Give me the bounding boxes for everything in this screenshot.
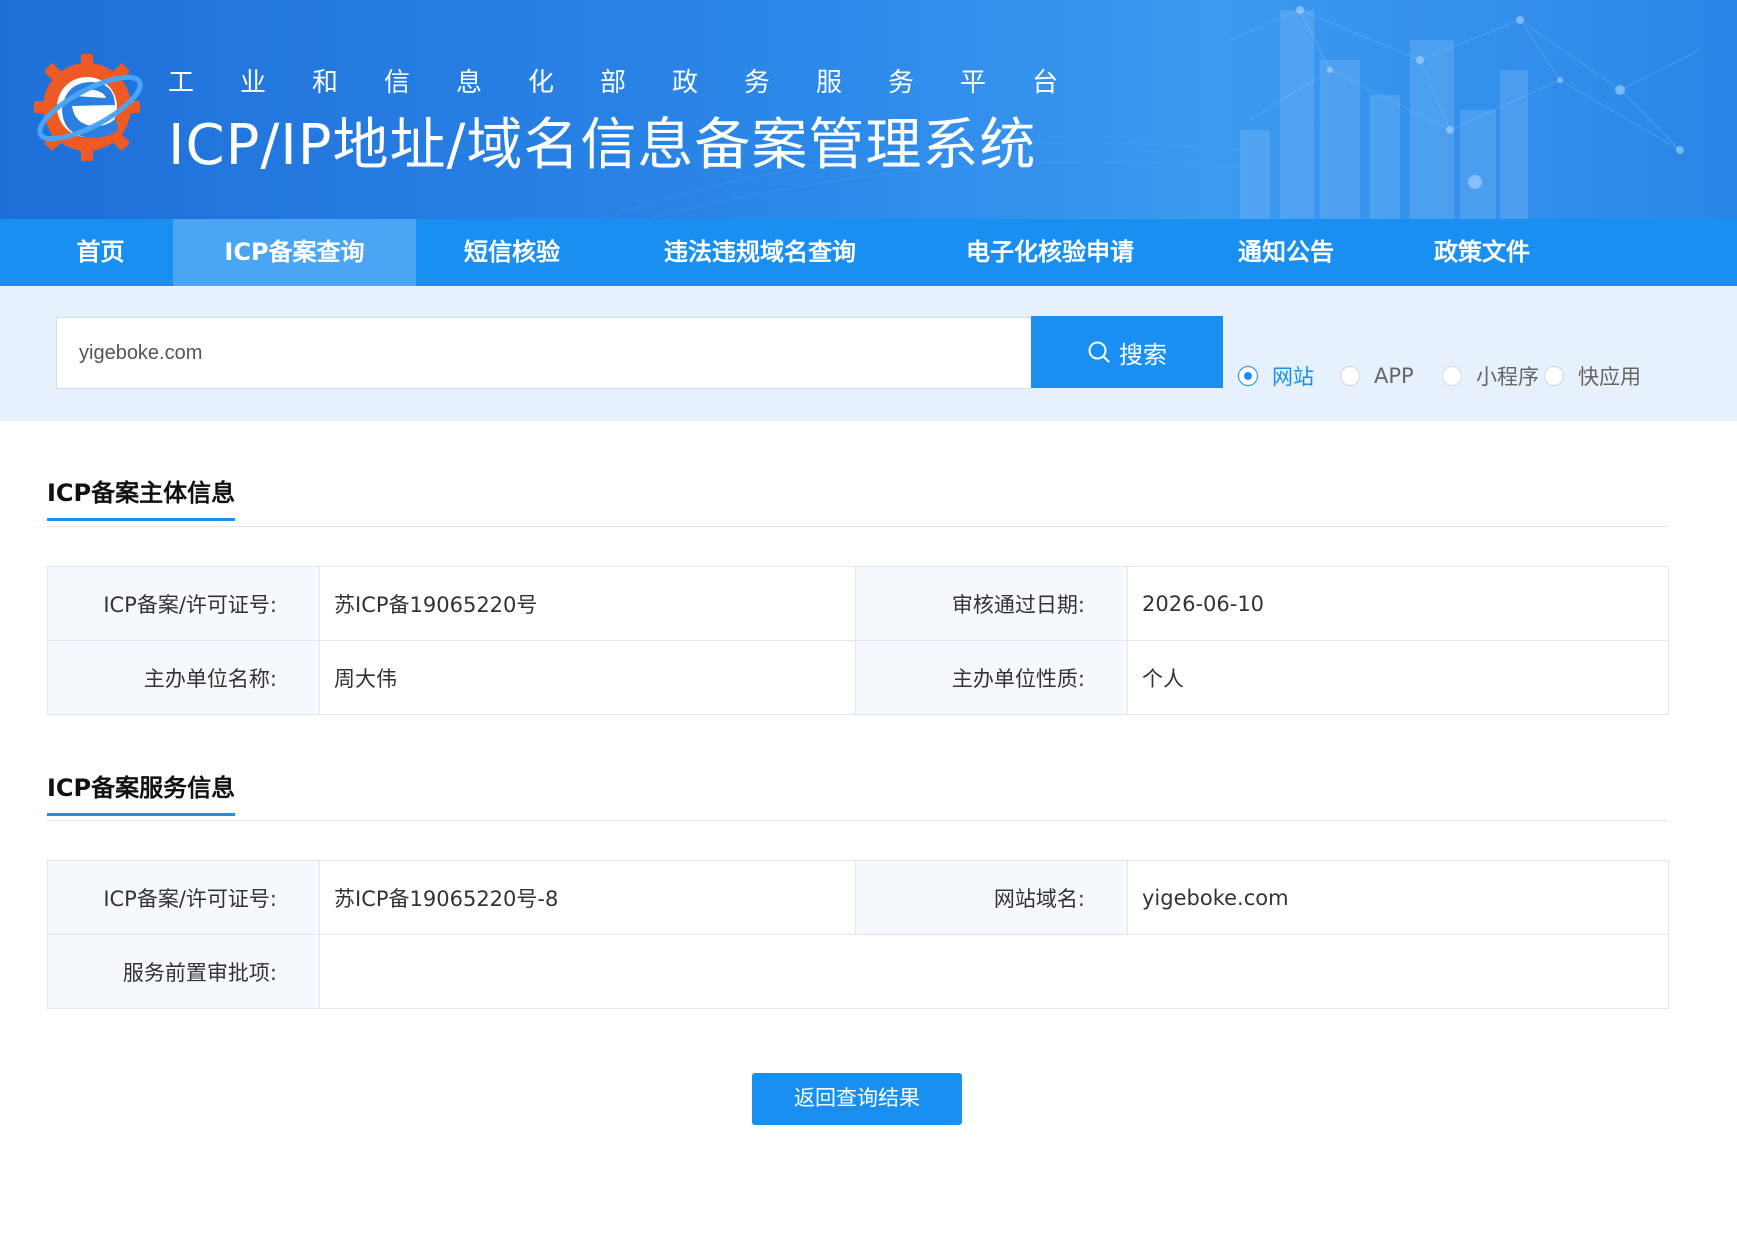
main-nav: 首页 ICP备案查询 短信核验 违法违规域名查询 电子化核验申请 通知公告 政策… — [0, 219, 1737, 286]
nav-item-electronic-verify[interactable]: 电子化核验申请 — [944, 219, 1156, 286]
subject-info-title: ICP备案主体信息 — [47, 473, 236, 521]
system-title: ICP/IP地址/域名信息备案管理系统 — [168, 113, 1037, 178]
section-divider — [47, 820, 1668, 821]
radio-unchecked-icon — [1340, 366, 1360, 386]
back-to-results-button[interactable]: 返回查询结果 — [752, 1073, 962, 1125]
license-label: ICP备案/许可证号: — [47, 566, 320, 641]
pre-approval-label: 服务前置审批项: — [47, 934, 320, 1009]
domain-label: 网站域名: — [855, 860, 1128, 935]
table-row: ICP备案/许可证号: 苏ICP备19065220号-8 网站域名: yigeb… — [47, 860, 1669, 935]
search-button-label: 搜索 — [1119, 341, 1167, 369]
domain-value: yigeboke.com — [1127, 860, 1669, 935]
nav-item-icp-query[interactable]: ICP备案查询 — [173, 219, 416, 286]
nav-item-policy-docs[interactable]: 政策文件 — [1414, 219, 1550, 286]
search-button[interactable]: 搜索 — [1031, 316, 1223, 388]
table-row: 主办单位名称: 周大伟 主办单位性质: 个人 — [47, 640, 1669, 715]
radio-mini-program[interactable]: 小程序 — [1442, 361, 1539, 391]
header-banner: 工业和信息化部政务服务平台 ICP/IP地址/域名信息备案管理系统 — [0, 0, 1737, 219]
radio-website[interactable]: 网站 — [1238, 361, 1314, 391]
radio-app[interactable]: APP — [1340, 361, 1414, 391]
service-license-label: ICP备案/许可证号: — [47, 860, 320, 935]
radio-website-label: 网站 — [1272, 365, 1314, 389]
nav-item-sms-verify[interactable]: 短信核验 — [436, 219, 588, 286]
service-license-value: 苏ICP备19065220号-8 — [319, 860, 856, 935]
radio-checked-icon — [1238, 366, 1258, 386]
subject-info-table: ICP备案/许可证号: 苏ICP备19065220号 审核通过日期: 2026-… — [47, 566, 1669, 715]
service-info-table: ICP备案/许可证号: 苏ICP备19065220号-8 网站域名: yigeb… — [47, 860, 1669, 1009]
section-divider — [47, 526, 1668, 527]
platform-subtitle: 工业和信息化部政务服务平台 — [168, 68, 1105, 98]
org-type-label: 主办单位性质: — [855, 640, 1128, 715]
miit-logo-icon — [34, 54, 143, 161]
nav-item-home[interactable]: 首页 — [38, 219, 163, 286]
table-row: 服务前置审批项: — [47, 934, 1669, 1009]
approval-date-value: 2026-06-10 — [1127, 566, 1669, 641]
search-input[interactable]: yigeboke.com — [56, 317, 1032, 389]
org-type-value: 个人 — [1127, 640, 1669, 715]
radio-unchecked-icon — [1544, 366, 1564, 386]
license-value: 苏ICP备19065220号 — [319, 566, 856, 641]
search-icon — [1088, 341, 1110, 363]
search-band: yigeboke.com 搜索 网站 APP 小程序 快应用 — [0, 286, 1737, 421]
pre-approval-value — [319, 934, 1669, 1009]
table-row: ICP备案/许可证号: 苏ICP备19065220号 审核通过日期: 2026-… — [47, 566, 1669, 641]
radio-quick-app[interactable]: 快应用 — [1544, 361, 1641, 391]
approval-date-label: 审核通过日期: — [855, 566, 1128, 641]
org-name-label: 主办单位名称: — [47, 640, 320, 715]
radio-app-label: APP — [1374, 364, 1414, 388]
radio-unchecked-icon — [1442, 366, 1462, 386]
service-info-title: ICP备案服务信息 — [47, 768, 236, 816]
nav-item-notices[interactable]: 通知公告 — [1218, 219, 1354, 286]
radio-quick-app-label: 快应用 — [1578, 365, 1641, 389]
nav-item-illegal-domain-query[interactable]: 违法违规域名查询 — [640, 219, 880, 286]
org-name-value: 周大伟 — [319, 640, 856, 715]
radio-mini-program-label: 小程序 — [1476, 365, 1539, 389]
